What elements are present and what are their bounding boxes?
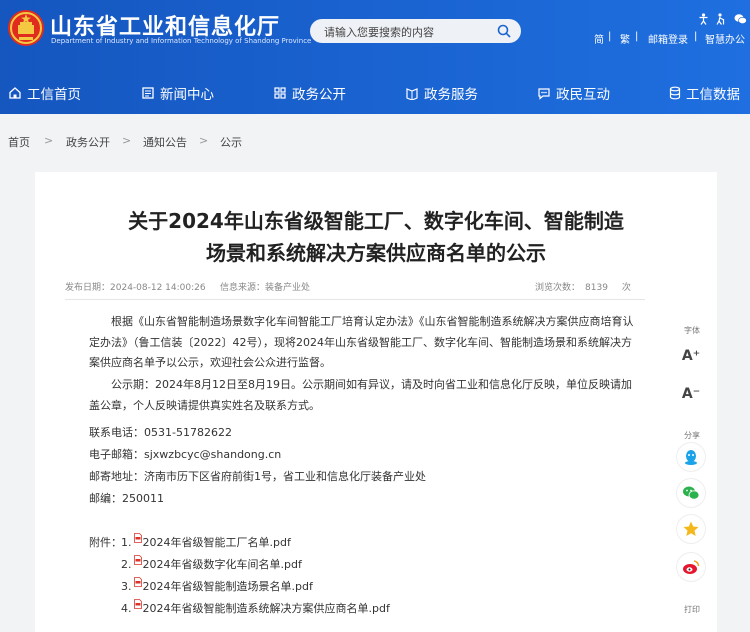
nav-label: 工信数据: [686, 87, 740, 103]
nav-label: 新闻中心: [160, 87, 214, 103]
share-label: 分享: [684, 431, 700, 440]
nav-label: 工信首页: [27, 87, 81, 103]
email-login-link[interactable]: 邮箱登录: [648, 31, 688, 46]
nav-item-home[interactable]: 工信首页: [8, 80, 81, 106]
search-box[interactable]: 请输入您要搜索的内容: [310, 19, 521, 43]
pdf-icon: [133, 599, 142, 609]
search-input[interactable]: 请输入您要搜索的内容: [324, 24, 434, 40]
font-size-label: 字体: [684, 326, 700, 335]
weibo-icon: [683, 560, 700, 574]
wechat-icon: [683, 486, 700, 500]
pdf-icon: [133, 555, 142, 565]
site-title-en: Department of Industry and Information T…: [51, 37, 312, 45]
simplified-link[interactable]: 简: [594, 31, 604, 46]
contact-postcode: 邮编：250011: [89, 492, 164, 505]
attachment-link[interactable]: 2. 2024年省级数字化车间名单.pdf: [121, 555, 302, 572]
nav-label: 政务服务: [424, 87, 478, 103]
nav-item-service[interactable]: 政务服务: [405, 80, 478, 106]
chat-icon: [538, 88, 550, 100]
nav-item-data[interactable]: 工信数据: [669, 80, 740, 106]
share-wechat-button[interactable]: [677, 479, 705, 507]
home-icon: [9, 87, 21, 99]
wechat-top-icon[interactable]: [734, 10, 747, 29]
pdf-icon: [133, 533, 142, 543]
nav-item-open-gov[interactable]: 政务公开: [273, 80, 346, 106]
nav-label: 政民互动: [556, 87, 610, 103]
open-gov-icon: [274, 87, 286, 99]
attachment-link[interactable]: 1. 2024年省级智能工厂名单.pdf: [121, 533, 291, 550]
share-qq-button[interactable]: [677, 443, 705, 471]
traditional-link[interactable]: 繁: [620, 31, 630, 46]
elder-mode-icon[interactable]: [715, 10, 726, 29]
nav-item-news[interactable]: 新闻中心: [141, 80, 214, 106]
main-nav: 工信首页 新闻中心 政务公开 政务服务 政民互动 工信数据: [0, 80, 750, 106]
print-button[interactable]: 打印: [672, 604, 712, 615]
news-icon: [142, 87, 154, 99]
breadcrumb-public-notice[interactable]: 公示: [220, 134, 242, 150]
share-weibo-button[interactable]: [677, 553, 705, 581]
breadcrumb-open-gov[interactable]: 政务公开: [66, 134, 110, 150]
service-icon: [406, 88, 418, 100]
favorite-icon: [683, 521, 699, 536]
view-count: 浏览次数： 8139 次: [535, 283, 631, 293]
breadcrumb-home[interactable]: 首页: [8, 134, 30, 150]
info-source: 信息来源：装备产业处: [220, 283, 311, 293]
nav-item-interaction[interactable]: 政民互动: [537, 80, 610, 106]
accessibility-icon[interactable]: [698, 10, 709, 29]
paragraph-intro: 根据《山东省智能制造场景数字化车间智能工厂培育认定办法》《山东省智能制造系统解决…: [89, 315, 634, 369]
favorite-button[interactable]: [677, 515, 705, 543]
attachment-link[interactable]: 4. 2024年省级智能制造系统解决方案供应商名单.pdf: [121, 599, 390, 616]
national-emblem-icon: [8, 10, 44, 46]
pdf-icon: [133, 577, 142, 587]
contact-address: 邮寄地址：济南市历下区省府前街1号，省工业和信息化厅装备产业处: [89, 470, 426, 483]
font-increase-button[interactable]: A⁺: [677, 342, 705, 370]
article-title: 关于2024年山东省级智能工厂、数字化车间、智能制造 场景和系统解决方案供应商名…: [128, 209, 624, 265]
nav-label: 政务公开: [292, 87, 346, 103]
attachments-label: 附件：: [89, 536, 122, 549]
font-decrease-button[interactable]: A⁻: [677, 380, 705, 408]
publish-date: 发布日期：2024-08-12 14:00:26: [65, 283, 206, 293]
site-header: 山东省工业和信息化厅 Department of Industry and In…: [0, 0, 750, 114]
breadcrumb-notices[interactable]: 通知公告: [143, 134, 187, 150]
database-icon: [669, 86, 681, 100]
smart-office-link[interactable]: 智慧办公: [705, 31, 745, 46]
contact-phone: 联系电话：0531-51782622: [89, 426, 232, 439]
search-icon[interactable]: [497, 24, 511, 38]
attachment-link[interactable]: 3. 2024年省级智能制造场景名单.pdf: [121, 577, 313, 594]
meta-divider: [65, 299, 645, 300]
contact-email: 电子邮箱：sjxwzbcyc@shandong.cn: [89, 448, 282, 461]
paragraph-period: 公示期：2024年8月12日至8月19日。公示期间如有异议，请及时向省工业和信息…: [89, 378, 632, 412]
qq-icon: [685, 449, 697, 465]
article-panel: 关于2024年山东省级智能工厂、数字化车间、智能制造 场景和系统解决方案供应商名…: [35, 172, 717, 632]
